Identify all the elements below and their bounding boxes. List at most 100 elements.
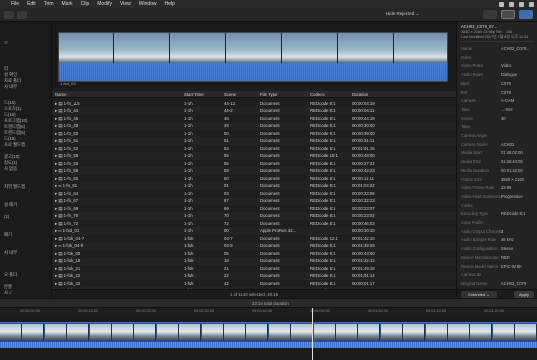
inspector-field-label: Frame Size (461, 176, 482, 182)
column-duration[interactable]: Duration (352, 92, 368, 97)
inspector-field-value[interactable]: ACH03 (501, 142, 514, 147)
table-cell: REDcode 8:1 (310, 220, 336, 226)
inspector-field-value[interactable]: REDcode 8:1 (501, 211, 525, 216)
inspector-clip-name: ACH03_C079_07... (461, 24, 498, 29)
menu-edit[interactable]: Edit (27, 1, 36, 7)
table-cell: 00:00:32:23 (352, 198, 375, 203)
inspector-format: 3840 × 2160 23.98p Ste... 156 (461, 30, 513, 34)
table-cell: Apple ProRes 42... (260, 228, 297, 233)
table-cell: Document (260, 175, 280, 181)
inspector-field-value[interactable]: ...-0ml (501, 107, 512, 112)
sidebar-item[interactable]: 사 내부 (4, 84, 17, 90)
table-cell: 21 (224, 265, 229, 271)
inspector-field-value[interactable]: 23.98 (501, 185, 511, 190)
column-scene[interactable]: Scene (224, 92, 236, 97)
timeline[interactable] (0, 315, 537, 360)
inspector-field-value[interactable]: Stereo (501, 246, 513, 251)
sidebar-item[interactable]: 프로 월드랩 (4, 142, 25, 148)
battery-icon[interactable] (519, 1, 524, 7)
import-button[interactable] (4, 10, 14, 19)
menu-file[interactable]: File (11, 1, 19, 7)
apply-button[interactable]: Apply (514, 291, 534, 298)
column-codecs[interactable]: Codecs (310, 92, 325, 97)
playhead[interactable] (312, 308, 313, 360)
inspector-field-value[interactable]: 01:45:02:00 (501, 150, 523, 155)
sidebar-item[interactable]: ㅁ (4, 40, 8, 46)
menu-trim[interactable]: Trim (44, 1, 54, 7)
table-cell: REDcode 8:1 (310, 138, 336, 143)
inspector-field-value[interactable]: Dialogue (501, 72, 517, 77)
table-cell: Document (260, 123, 280, 128)
inspector-field-value[interactable]: 3840 × 2160 (501, 177, 524, 182)
sidebar-item[interactable]: 지역 월드랩 (4, 184, 25, 190)
inspector-field: Audio Configuration Stereo (461, 246, 536, 254)
dropbox-icon[interactable] (499, 1, 504, 7)
menu-view[interactable]: View (120, 1, 131, 7)
table-cell: Document (260, 280, 280, 286)
inspector-field-value[interactable]: 2 (501, 229, 503, 234)
table-cell: 00:00:23:02 (352, 213, 375, 218)
table-cell: 56 (224, 160, 229, 166)
table-cell: 69 (224, 205, 229, 211)
inspector-field-label: Name (461, 46, 472, 51)
table-cell: 00:00:39:00 (352, 130, 375, 136)
inspector-field-value[interactable]: ACH03_C079 (501, 281, 526, 286)
sidebar-item[interactable]: (2) (4, 214, 9, 219)
table-cell: 1-1h (184, 175, 193, 181)
hide-rejected-dropdown[interactable]: Hide Rejected ⌄ (386, 11, 419, 17)
menu-clip[interactable]: Clip (81, 1, 90, 7)
column-start-time[interactable]: Start Time (184, 92, 204, 97)
toolbar: Hide Rejected ⌄ (0, 8, 537, 22)
metadata-view-dropdown[interactable]: Extended ⌄ (461, 291, 497, 298)
keyword-button[interactable] (17, 10, 27, 19)
inspector-field-value[interactable]: C079 (501, 81, 511, 86)
search-icon[interactable] (529, 1, 534, 7)
inspector-field: Roles (461, 55, 536, 63)
column-file-type[interactable]: File Type (260, 92, 277, 97)
table-cell: 67 (224, 198, 229, 203)
menu-mark[interactable]: Mark (62, 1, 73, 7)
inspector-field-label: Ent (461, 89, 468, 95)
inspector-field-value[interactable]: Progressive (501, 194, 523, 199)
inspector-field-value[interactable]: 01:46:44:00 (501, 159, 523, 164)
inspector-field-value[interactable]: 48 kHz (501, 237, 514, 242)
timeline-ruler[interactable]: 00:00:00:00 00:00:10:00 00:00:20:00 00:00:3… (0, 308, 537, 315)
inspector-field-value[interactable]: A-CAM (501, 98, 514, 103)
table-cell: Document (260, 138, 280, 143)
table-cell: 03 (224, 190, 229, 196)
menu-modify[interactable]: Modify (97, 1, 112, 7)
inspector-field-value[interactable]: ACH03_C079... (501, 46, 530, 51)
inspector-field-value[interactable]: C079 (501, 90, 511, 95)
inspector-field-value[interactable]: Video (501, 63, 511, 68)
inspector-field-value[interactable]: 40 (501, 116, 506, 121)
menu-window[interactable]: Window (139, 1, 157, 7)
filmstrip[interactable] (58, 32, 448, 82)
sidebar-item[interactable]: 오 폴더 (4, 272, 17, 278)
inspector-field: Camera ID (461, 272, 536, 280)
sidebar-item[interactable]: 폐기 (4, 232, 12, 238)
list-status: 1 of 1140 selected, 40:15 (52, 289, 456, 298)
table-cell: Document (260, 250, 280, 256)
clip-filmstrip-viewer[interactable]: 1-fxd_03 (52, 22, 456, 88)
inspector-field-value[interactable]: EPIC-W 8K (501, 264, 522, 269)
timeline-clip[interactable] (0, 322, 537, 348)
table-cell: 49 (224, 123, 229, 128)
toggle-inspector-button[interactable] (519, 10, 533, 19)
table-cell: 00:01:01:14 (352, 273, 375, 278)
inspector-field: Camera A-CAM (461, 98, 536, 106)
sidebar-item[interactable]: 사 없음 (4, 166, 17, 172)
inspector-field-label: Camera ID (461, 272, 481, 278)
toggle-timeline-button[interactable] (501, 10, 515, 19)
inspector-field-value[interactable]: 00:01:42:00 (501, 168, 523, 173)
sidebar-item[interactable]: 설 폐기 (4, 202, 17, 208)
wifi-icon[interactable] (509, 1, 514, 7)
ruler-tick-label: 00:01:10:00 (426, 309, 447, 313)
toggle-browser-button[interactable] (483, 10, 497, 19)
menu-help[interactable]: Help (165, 1, 175, 7)
timeline-toolbar: 23:15 total duration (0, 298, 537, 308)
table-cell: 00:01:22:12 (352, 258, 375, 263)
column-name[interactable]: Name (55, 92, 66, 97)
inspector-field-value[interactable]: RED (501, 255, 510, 260)
sidebar-item[interactable]: 사 ✓ (4, 290, 12, 296)
sidebar-item[interactable]: 서 내부 (4, 250, 17, 256)
